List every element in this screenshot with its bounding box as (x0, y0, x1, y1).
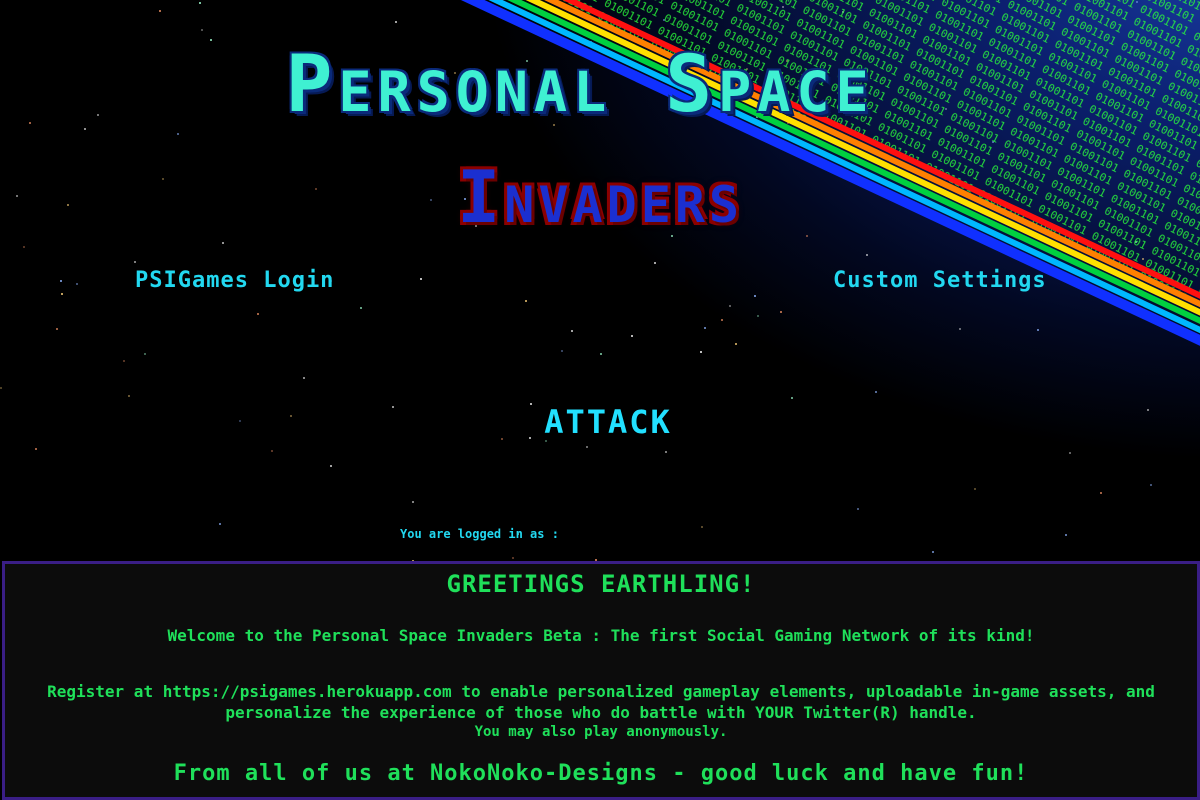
custom-settings-link[interactable]: Custom Settings (833, 268, 1047, 293)
greeting-heading: GREETINGS EARTHLING! (446, 570, 756, 598)
psigames-login-link[interactable]: PSIGames Login (135, 268, 334, 293)
game-subtitle: Invaders (456, 155, 744, 239)
welcome-text: Welcome to the Personal Space Invaders B… (167, 626, 1035, 645)
game-title: Personal Space (285, 40, 875, 130)
attack-button[interactable]: ATTACK (0, 403, 1200, 441)
anonymous-play-text: You may also play anonymously. (474, 724, 728, 740)
info-panel: GREETINGS EARTHLING! Welcome to the Pers… (2, 561, 1200, 800)
logged-in-status: You are logged in as : (400, 527, 559, 541)
farewell-text: From all of us at NokoNoko-Designs - goo… (173, 761, 1029, 786)
register-text: Register at https://psigames.herokuapp.c… (47, 682, 1155, 722)
